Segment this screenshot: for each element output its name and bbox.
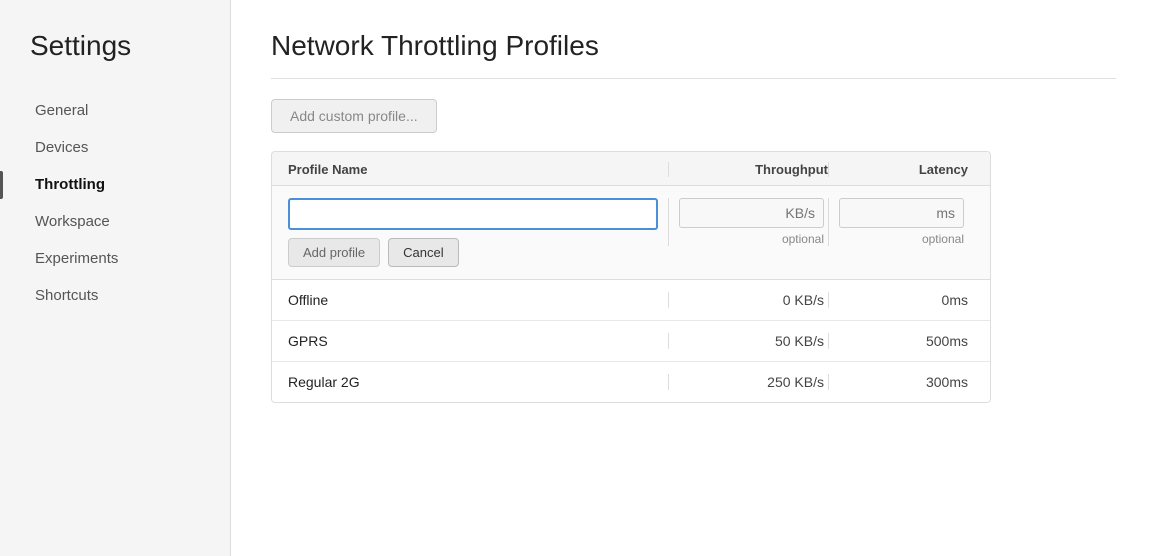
profile-name-input[interactable] (288, 198, 658, 230)
latency-cell: 500ms (828, 333, 968, 349)
throughput-optional-label: optional (782, 232, 824, 246)
table-header: Profile Name Throughput Latency (272, 152, 990, 186)
cancel-button[interactable]: Cancel (388, 238, 458, 267)
sidebar-item-throttling[interactable]: Throttling (0, 166, 230, 203)
throughput-input-group: optional (668, 198, 828, 246)
throughput-input[interactable] (679, 198, 824, 228)
sidebar: Settings General Devices Throttling Work… (0, 0, 230, 556)
sidebar-item-devices[interactable]: Devices (0, 129, 230, 166)
throughput-cell: 50 KB/s (668, 333, 828, 349)
action-buttons: Add profile Cancel (288, 238, 658, 267)
table-row: Regular 2G 250 KB/s 300ms (272, 362, 990, 402)
sidebar-item-label: Throttling (35, 176, 105, 193)
latency-cell: 300ms (828, 374, 968, 390)
sidebar-item-general[interactable]: General (0, 92, 230, 129)
page-title: Network Throttling Profiles (271, 30, 1116, 62)
add-profile-button[interactable]: Add profile (288, 238, 380, 267)
col-header-throughput: Throughput (668, 162, 828, 177)
sidebar-item-label: Experiments (35, 250, 118, 267)
add-profile-row: Add profile Cancel optional optional (272, 186, 990, 280)
sidebar-item-label: Shortcuts (35, 287, 98, 304)
sidebar-item-experiments[interactable]: Experiments (0, 240, 230, 277)
add-custom-profile-button[interactable]: Add custom profile... (271, 99, 437, 133)
latency-cell: 0ms (828, 292, 968, 308)
profile-name-input-wrap: Add profile Cancel (288, 198, 668, 267)
sidebar-item-workspace[interactable]: Workspace (0, 203, 230, 240)
profile-name-cell: GPRS (288, 333, 668, 349)
col-header-profile-name: Profile Name (288, 162, 668, 177)
throughput-cell: 250 KB/s (668, 374, 828, 390)
profile-name-cell: Regular 2G (288, 374, 668, 390)
sidebar-item-label: General (35, 102, 88, 119)
table-row: GPRS 50 KB/s 500ms (272, 321, 990, 362)
sidebar-title: Settings (0, 30, 230, 92)
sidebar-item-label: Workspace (35, 213, 110, 230)
sidebar-item-label: Devices (35, 139, 88, 156)
latency-input[interactable] (839, 198, 964, 228)
latency-optional-label: optional (922, 232, 964, 246)
profiles-table: Profile Name Throughput Latency Add prof… (271, 151, 991, 403)
title-divider (271, 78, 1116, 79)
sidebar-item-shortcuts[interactable]: Shortcuts (0, 277, 230, 314)
col-header-latency: Latency (828, 162, 968, 177)
main-content: Network Throttling Profiles Add custom p… (230, 0, 1156, 556)
throughput-cell: 0 KB/s (668, 292, 828, 308)
table-row: Offline 0 KB/s 0ms (272, 280, 990, 321)
profile-name-cell: Offline (288, 292, 668, 308)
latency-input-group: optional (828, 198, 968, 246)
